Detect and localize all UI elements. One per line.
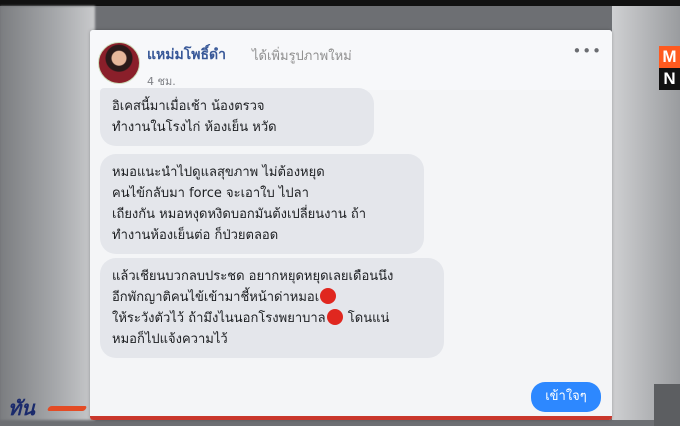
- author-name[interactable]: แหม่มโพธิ์ดำ: [147, 44, 226, 66]
- post-header: แหม่มโพธิ์ดำ ได้เพิ่มรูปภาพใหม่ 4 ชม. ••…: [90, 30, 612, 90]
- message-line: อิเคสนี้มาเมื่อเช้า น้องตรวจ: [112, 99, 265, 114]
- brand-watermark: ทัน: [8, 392, 90, 420]
- brand-text: ทัน: [8, 396, 35, 420]
- message-line: คนไข้กลับมา force จะเอาใบ ไปลา: [112, 186, 309, 201]
- channel-logo: M N: [659, 46, 680, 90]
- message-line: หมอก็ไปแจ้งความไว้: [112, 332, 228, 347]
- message-line: ทำงานห้องเย็นต่อ ก็ป่วยตลอด: [112, 228, 279, 243]
- bottom-red-line: [90, 416, 612, 420]
- message-line: แล้วเชียนบวกลบประชด อยากหยุดหยุดเลยเดือน…: [112, 269, 394, 284]
- chat-message-1: อิเคสนี้มาเมื่อเช้า น้องตรวจ ทำงานในโรงไ…: [100, 88, 374, 146]
- chat-message-2: หมอแนะนำไปดูแลสุขภาพ ไม่ต้องหยุด คนไข้กล…: [100, 154, 424, 254]
- more-horizontal-icon[interactable]: •••: [572, 42, 602, 60]
- facebook-post-card: แหม่มโพธิ์ดำ ได้เพิ่มรูปภาพใหม่ 4 ชม. ••…: [90, 30, 612, 420]
- post-action-text: ได้เพิ่มรูปภาพใหม่: [252, 49, 352, 64]
- message-line: หมอแนะนำไปดูแลสุขภาพ ไม่ต้องหยุด: [112, 165, 325, 180]
- message-line: ทำงานในโรงไก่ ห้องเย็น หวัด: [112, 120, 277, 135]
- logo-letter-top: M: [659, 46, 680, 68]
- top-black-bar: [0, 0, 680, 6]
- message-line: อีกพักญาติคนไข้เข้ามาชี้หน้าด่าหมอเ: [112, 290, 320, 305]
- message-line-suffix: โดนแน่: [343, 311, 390, 326]
- author-avatar[interactable]: [98, 42, 140, 84]
- brand-swoosh: [46, 406, 88, 411]
- message-line: ให้ระวังตัวไว้ ถ้ามึงไนนอกโรงพยาบาล: [112, 311, 326, 326]
- chat-message-3: แล้วเชียนบวกลบประชด อยากหยุดหยุดเลยเดือน…: [100, 258, 444, 358]
- blurred-background-left: [0, 6, 95, 420]
- reply-bubble: เข้าใจๆ: [531, 382, 601, 412]
- message-line: เถียงกัน หมอหงุดหงิดบอกมันต้งเปลี่ยนงาน …: [112, 207, 367, 222]
- redaction-dot: [320, 288, 337, 304]
- redaction-dot: [326, 309, 343, 325]
- logo-letter-bottom: N: [659, 68, 680, 90]
